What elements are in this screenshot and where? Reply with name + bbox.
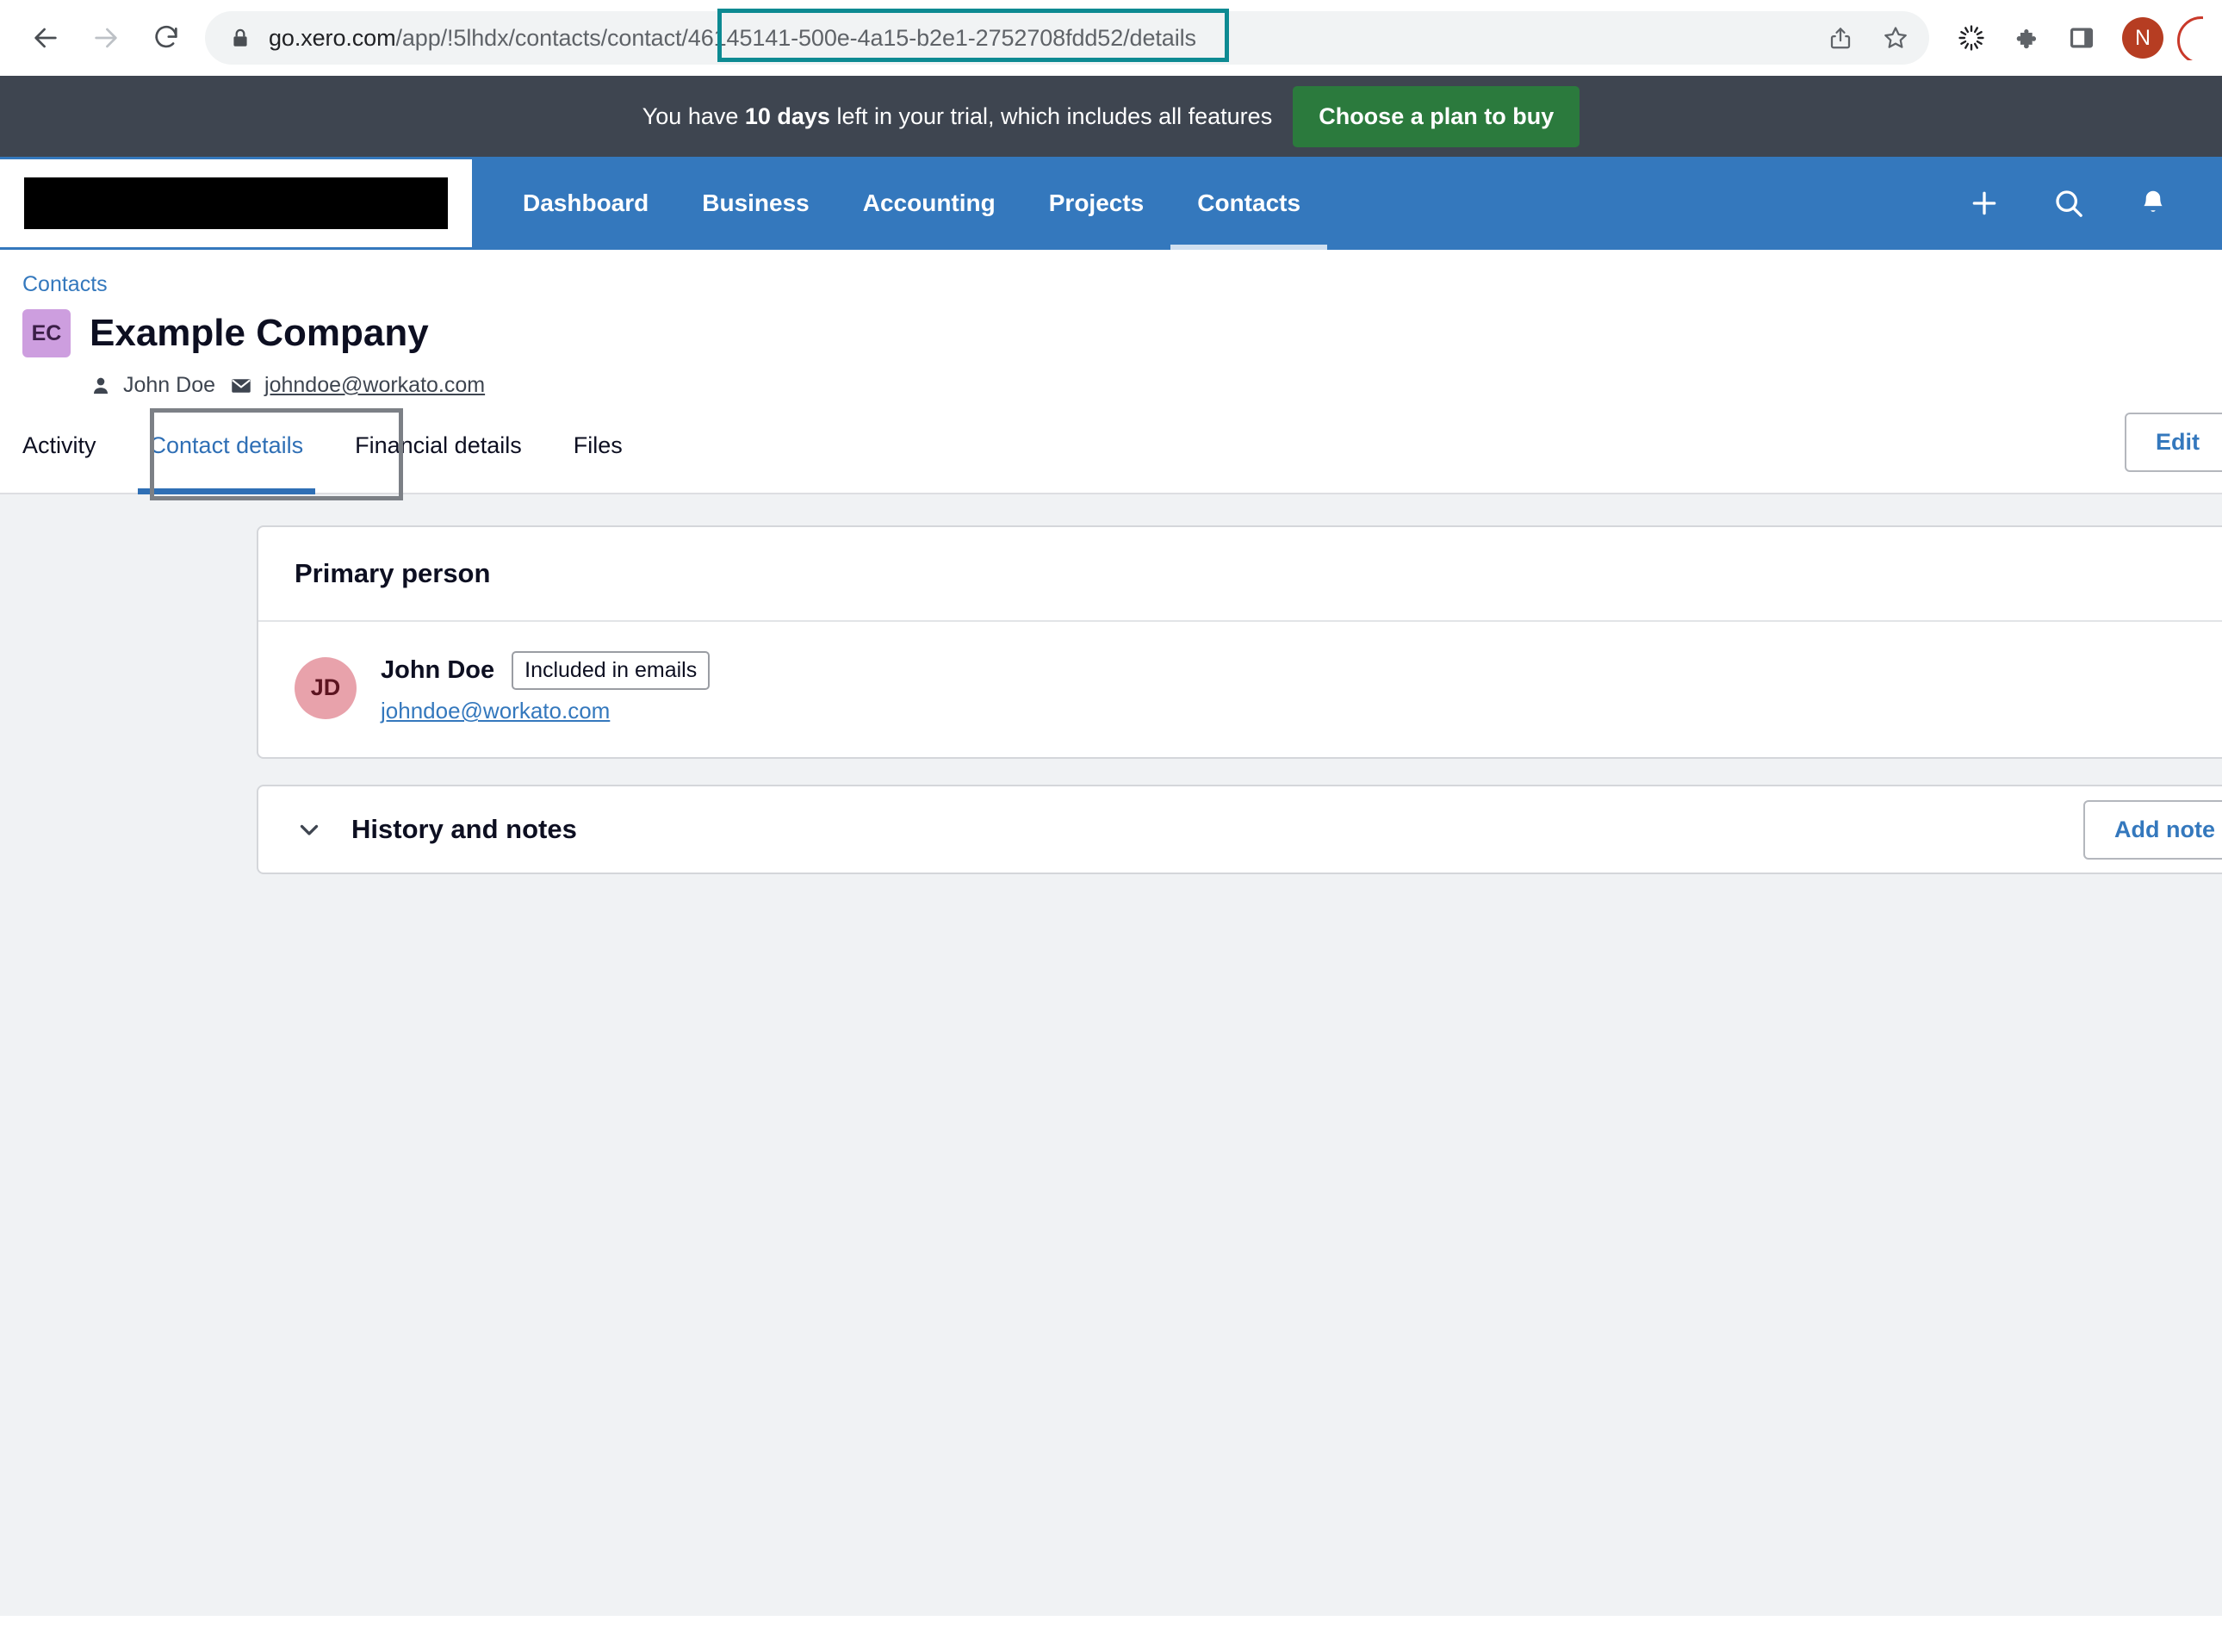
contact-tabs: Activity Contact details Financial detai… xyxy=(22,398,649,493)
browser-toolbar-right: N xyxy=(1946,13,2203,63)
person-name-row: John Doe Included in emails xyxy=(381,651,710,690)
url-path-before: /app/!5lhdx/contacts/contact xyxy=(395,25,681,51)
search-icon xyxy=(2051,186,2086,220)
tab-activity[interactable]: Activity xyxy=(22,398,124,493)
notifications-button[interactable] xyxy=(2132,183,2174,224)
person-avatar: JD xyxy=(295,657,357,719)
tab-financial-details[interactable]: Financial details xyxy=(329,398,548,493)
plus-icon xyxy=(1967,186,2002,220)
browser-nav-buttons xyxy=(19,11,193,65)
xero-logo[interactable] xyxy=(0,159,472,247)
contact-person-meta: John Doe xyxy=(90,373,215,398)
redacted-logo-bar xyxy=(24,177,448,229)
trial-text-before: You have xyxy=(642,103,745,129)
history-toggle-button[interactable] xyxy=(295,815,324,844)
primary-person-card: Primary person JD John Doe Included in e… xyxy=(257,525,2222,759)
url-host: go.xero.com xyxy=(269,25,395,51)
add-note-button[interactable]: Add note xyxy=(2083,800,2222,860)
choose-plan-button[interactable]: Choose a plan to buy xyxy=(1293,86,1580,147)
nav-item-dashboard[interactable]: Dashboard xyxy=(496,157,675,250)
history-title: History and notes xyxy=(351,814,577,845)
trial-banner: You have 10 days left in your trial, whi… xyxy=(0,76,2222,157)
nav-item-business[interactable]: Business xyxy=(675,157,836,250)
puzzle-piece-icon xyxy=(2013,24,2040,52)
share-icon xyxy=(1828,25,1853,51)
nav-menu: Dashboard Business Accounting Projects C… xyxy=(472,157,1964,250)
envelope-icon xyxy=(229,374,253,398)
contact-person-name: John Doe xyxy=(123,373,215,398)
contact-meta-row: John Doe johndoe@workato.com xyxy=(90,373,2222,398)
person-email-link[interactable]: johndoe@workato.com xyxy=(381,698,710,724)
loading-indicator-button[interactable] xyxy=(1946,13,1996,63)
history-card-header: History and notes Add note xyxy=(258,786,2222,873)
reload-button[interactable] xyxy=(140,11,193,65)
contact-title-row: EC Example Company xyxy=(22,309,2222,357)
secondary-profile-avatar-partial[interactable] xyxy=(2177,16,2203,60)
nav-item-contacts[interactable]: Contacts xyxy=(1170,157,1327,250)
person-name: John Doe xyxy=(381,656,494,685)
history-header-left: History and notes xyxy=(295,814,577,845)
contact-tabs-bar: Activity Contact details Financial detai… xyxy=(0,398,2222,494)
search-button[interactable] xyxy=(2048,183,2089,224)
url-highlighted-segment: /46145141-500e-4a15-b2e1-2752708fdd52/ xyxy=(681,25,1129,51)
trial-banner-text: You have 10 days left in your trial, whi… xyxy=(642,103,1272,130)
back-button[interactable] xyxy=(19,11,72,65)
bell-icon xyxy=(2137,187,2169,220)
side-panel-button[interactable] xyxy=(2057,13,2107,63)
trial-days: 10 days xyxy=(745,103,830,129)
primary-person-title: Primary person xyxy=(295,558,2193,589)
person-info: John Doe Included in emails johndoe@work… xyxy=(381,651,710,724)
contact-details-panel: Primary person JD John Doe Included in e… xyxy=(0,494,2222,1616)
contact-page-header: Contacts EC Example Company John Doe joh… xyxy=(0,250,2222,398)
chevron-down-icon xyxy=(295,815,324,844)
tab-contact-details[interactable]: Contact details xyxy=(124,398,330,493)
url-text: go.xero.com/app/!5lhdx/contacts/contact/… xyxy=(269,25,1196,52)
extensions-button[interactable] xyxy=(2002,13,2051,63)
status-badge: Included in emails xyxy=(512,651,710,690)
profile-avatar[interactable]: N xyxy=(2122,17,2163,59)
share-button[interactable] xyxy=(1815,13,1865,63)
app-top-nav: Dashboard Business Accounting Projects C… xyxy=(0,157,2222,250)
nav-item-projects[interactable]: Projects xyxy=(1022,157,1171,250)
contact-email-link[interactable]: johndoe@workato.com xyxy=(264,373,485,398)
edit-button[interactable]: Edit xyxy=(2125,413,2222,472)
history-and-notes-card: History and notes Add note xyxy=(257,785,2222,874)
star-icon xyxy=(1882,24,1909,52)
breadcrumb-contacts[interactable]: Contacts xyxy=(22,272,108,296)
back-arrow-icon xyxy=(31,23,60,53)
page-title: Example Company xyxy=(90,314,429,352)
forward-button[interactable] xyxy=(79,11,133,65)
bookmark-button[interactable] xyxy=(1871,13,1921,63)
nav-actions xyxy=(1964,157,2222,250)
add-new-button[interactable] xyxy=(1964,183,2005,224)
reload-icon xyxy=(152,23,181,53)
primary-person-card-header: Primary person xyxy=(258,527,2222,622)
company-avatar: EC xyxy=(22,309,71,357)
trial-text-after: left in your trial, which includes all f… xyxy=(830,103,1272,129)
address-bar[interactable]: go.xero.com/app/!5lhdx/contacts/contact/… xyxy=(205,11,1929,65)
primary-person-row: JD John Doe Included in emails johndoe@w… xyxy=(258,622,2222,757)
lock-icon xyxy=(229,27,251,49)
nav-item-accounting[interactable]: Accounting xyxy=(836,157,1022,250)
side-panel-icon xyxy=(2068,24,2095,52)
url-path-after: details xyxy=(1130,25,1196,51)
contact-email-meta: johndoe@workato.com xyxy=(229,373,485,398)
spinner-icon xyxy=(1957,23,1986,53)
forward-arrow-icon xyxy=(91,23,121,53)
browser-toolbar: go.xero.com/app/!5lhdx/contacts/contact/… xyxy=(0,0,2222,76)
omnibox-actions xyxy=(1815,11,1921,65)
tab-files[interactable]: Files xyxy=(548,398,649,493)
person-icon xyxy=(90,375,112,397)
